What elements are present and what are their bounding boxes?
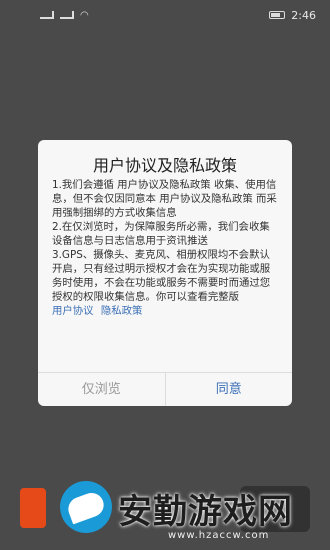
browse-only-button[interactable]: 仅浏览 xyxy=(38,373,166,406)
watermark-brand: 安勤游戏网 xyxy=(118,492,293,532)
dialog-paragraph: 1.我们会遵循 用户协议及隐私政策 收集、使用信息，但不会仅因同意本 用户协议及… xyxy=(52,179,277,219)
privacy-dialog: 用户协议及隐私政策 1.我们会遵循 用户协议及隐私政策 收集、使用信息，但不会仅… xyxy=(38,140,292,406)
status-right: 2:46 xyxy=(269,9,316,22)
status-time: 2:46 xyxy=(291,8,316,22)
wifi-icon: ◠ xyxy=(80,9,89,21)
bottom-banner: 安勤游戏网 www.hzaccw.com xyxy=(0,478,330,550)
dialog-body: 1.我们会遵循 用户协议及隐私政策 收集、使用信息，但不会仅因同意本 用户协议及… xyxy=(38,178,292,304)
watermark-url: www.hzaccw.com xyxy=(168,530,270,541)
app-logo-fragment xyxy=(20,488,46,528)
signal-icon xyxy=(60,11,74,19)
dialog-links: 用户协议 隐私政策 xyxy=(38,304,292,318)
status-left: ◠ xyxy=(40,10,89,21)
status-bar: ◠ 2:46 xyxy=(0,0,330,30)
dialog-title: 用户协议及隐私政策 xyxy=(92,156,237,175)
privacy-policy-link[interactable]: 隐私政策 xyxy=(101,305,143,317)
dialog-paragraph: 3.GPS、摄像头、麦克风、相册权限均不会默认开启，只有经过明示授权才会在为实现… xyxy=(52,249,271,303)
agree-button[interactable]: 同意 xyxy=(166,373,293,406)
signal-icon xyxy=(40,11,54,19)
watermark-logo-icon xyxy=(60,481,112,533)
dialog-paragraph: 2.在仅浏览时，为保障服务所必需，我们会收集设备信息与日志信息用于资讯推送 xyxy=(52,221,270,247)
user-agreement-link[interactable]: 用户协议 xyxy=(52,305,94,317)
dialog-buttons: 仅浏览 同意 xyxy=(38,372,292,406)
battery-icon xyxy=(269,11,286,19)
